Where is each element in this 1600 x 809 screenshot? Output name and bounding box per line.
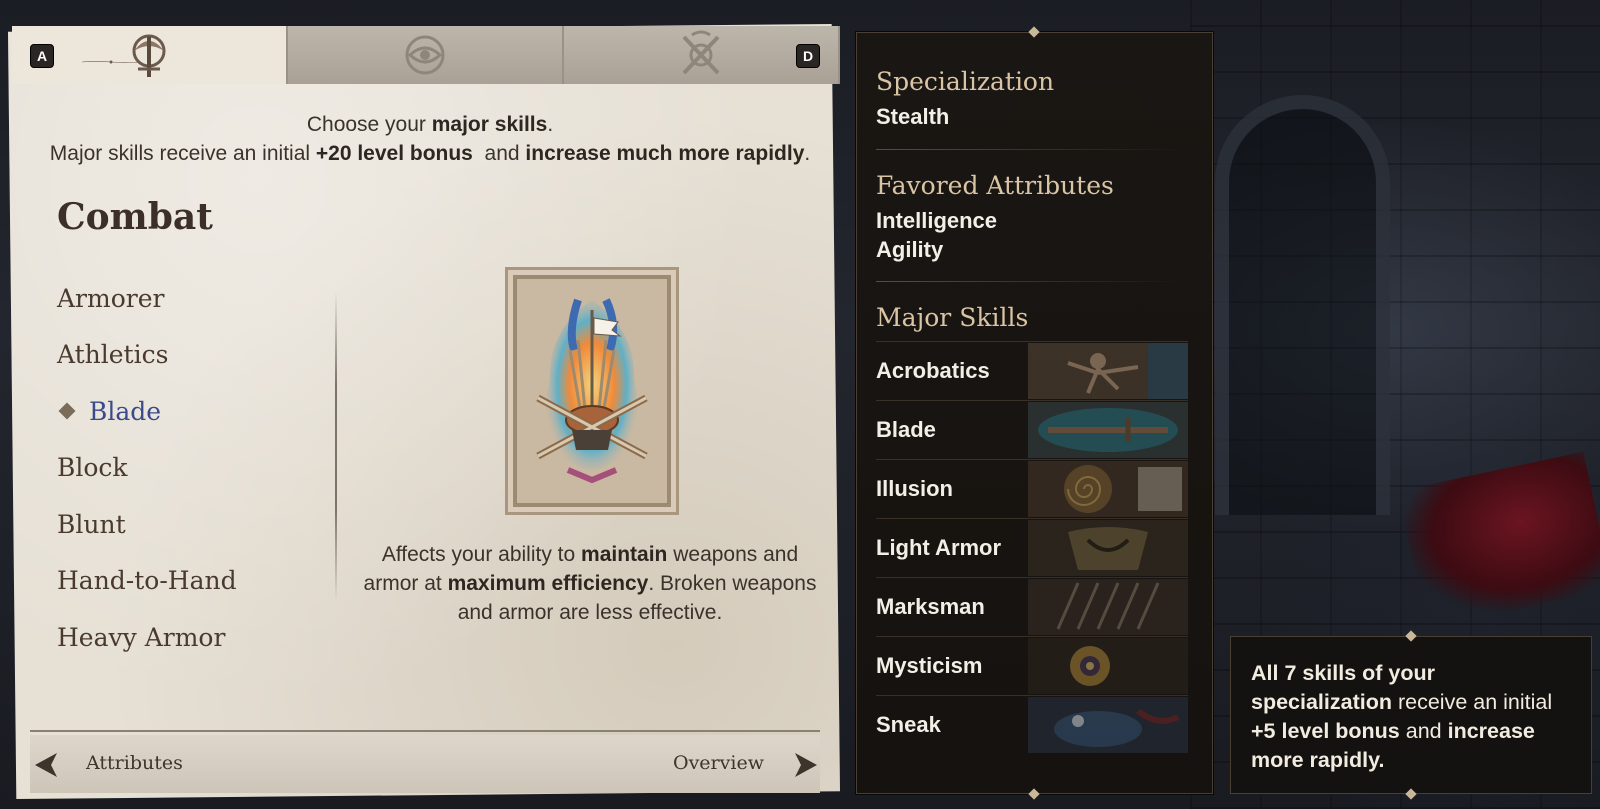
skill-label: Blunt [57, 509, 126, 539]
skill-label: Athletics [57, 340, 169, 370]
eye-icon [405, 35, 445, 75]
skill-label: Armorer [57, 283, 165, 313]
skill-label: Heavy Armor [57, 622, 226, 652]
tab-combat[interactable]: A [12, 26, 288, 84]
prev-page-button[interactable]: Attributes [86, 752, 183, 774]
major-skill-blade[interactable]: Blade [876, 400, 1188, 458]
major-skill-illusion[interactable]: Illusion [876, 459, 1188, 517]
column-divider [335, 292, 337, 602]
selected-diamond-icon [58, 402, 76, 420]
prev-arrow-icon[interactable] [33, 751, 59, 779]
description-bold: maximum efficiency [447, 572, 649, 595]
intro-text-bold: major skills [431, 113, 548, 136]
next-tab-key[interactable]: D [796, 44, 820, 68]
specialization-value: Stealth [876, 104, 950, 129]
description-bold: maintain [581, 543, 668, 566]
tab-active-flourish [82, 60, 140, 64]
intro-text-segment: and [472, 142, 526, 165]
tooltip-segment: receive an initial [1392, 690, 1553, 714]
major-skill-label: Light Armor [876, 534, 1002, 560]
intro-text-segment: . [804, 142, 811, 165]
intro-text: Choose your major skills. Major skills r… [40, 110, 820, 168]
skill-item-blade[interactable]: Blade [57, 383, 327, 440]
armor-art [1028, 520, 1188, 576]
category-tabs: A D [12, 26, 840, 84]
major-skill-label: Blade [876, 416, 936, 442]
major-skill-label: Marksman [876, 593, 985, 619]
skill-item-block[interactable]: Block [57, 440, 327, 497]
panel-separator [876, 281, 1188, 282]
stone-arch-background [1215, 95, 1390, 515]
intro-text-segment: . [547, 113, 554, 136]
sword-art [1028, 402, 1188, 458]
tooltip-bold: +5 level bonus [1251, 719, 1400, 743]
favored-attribute: Intelligence [876, 208, 998, 233]
intro-text-bold: +20 level bonus [315, 142, 473, 165]
specialization-title: Specialization [876, 67, 1055, 96]
skill-list: Armorer Athletics Blade Block Blunt Hand… [57, 270, 327, 666]
skill-item-heavy-armor[interactable]: Heavy Armor [57, 609, 327, 666]
favored-attribute: Agility [876, 237, 944, 262]
frog-art [1028, 697, 1188, 753]
skill-description: Affects your ability to maintain weapons… [360, 540, 820, 627]
intro-text-segment: Major skills receive an initial [49, 142, 316, 165]
skill-card [505, 267, 679, 515]
intro-text-bold: increase much more rapidly [525, 142, 805, 165]
major-skill-marksman[interactable]: Marksman [876, 577, 1188, 635]
tooltip-text: All 7 skills of your specialization rece… [1251, 659, 1571, 775]
major-skill-light-armor[interactable]: Light Armor [876, 518, 1188, 576]
sun-art [1028, 638, 1188, 694]
tab-stealth[interactable]: D [564, 26, 840, 84]
spiral-art [1028, 461, 1188, 517]
major-skill-sneak[interactable]: Sneak [876, 695, 1188, 753]
major-skill-acrobatics[interactable]: Acrobatics [876, 341, 1188, 399]
specialization-tooltip: All 7 skills of your specialization rece… [1230, 630, 1592, 800]
next-arrow-icon[interactable] [793, 751, 819, 779]
skill-item-athletics[interactable]: Athletics [57, 327, 327, 384]
tab-magic[interactable] [288, 26, 564, 84]
major-skill-label: Acrobatics [876, 357, 990, 383]
tooltip-segment: and [1399, 719, 1448, 743]
major-skill-label: Illusion [876, 475, 953, 501]
skill-label: Block [57, 453, 128, 483]
acrobat-art [1028, 343, 1188, 399]
description-segment: Affects your ability to [381, 543, 582, 566]
next-page-button[interactable]: Overview [673, 752, 764, 774]
footer-divider [30, 730, 820, 732]
major-skill-mysticism[interactable]: Mysticism [876, 636, 1188, 694]
major-skill-label: Mysticism [876, 652, 983, 678]
skill-label: Hand-to-Hand [57, 566, 237, 596]
major-skill-label: Sneak [876, 711, 941, 737]
arrow-art [1028, 579, 1188, 635]
prev-tab-key[interactable]: A [30, 44, 54, 68]
skill-item-armorer[interactable]: Armorer [57, 270, 327, 327]
favored-attributes-title: Favored Attributes [876, 171, 1114, 200]
major-skills-title: Major Skills [876, 303, 1029, 332]
panel-separator [876, 149, 1188, 150]
skill-item-hand-to-hand[interactable]: Hand-to-Hand [57, 553, 327, 610]
category-title: Combat [57, 196, 213, 238]
skill-label: Blade [89, 396, 162, 426]
shield-crest-icon [682, 30, 720, 75]
armorer-card-icon [515, 277, 669, 505]
skill-item-blunt[interactable]: Blunt [57, 496, 327, 553]
intro-text-segment: Choose your [306, 113, 432, 136]
